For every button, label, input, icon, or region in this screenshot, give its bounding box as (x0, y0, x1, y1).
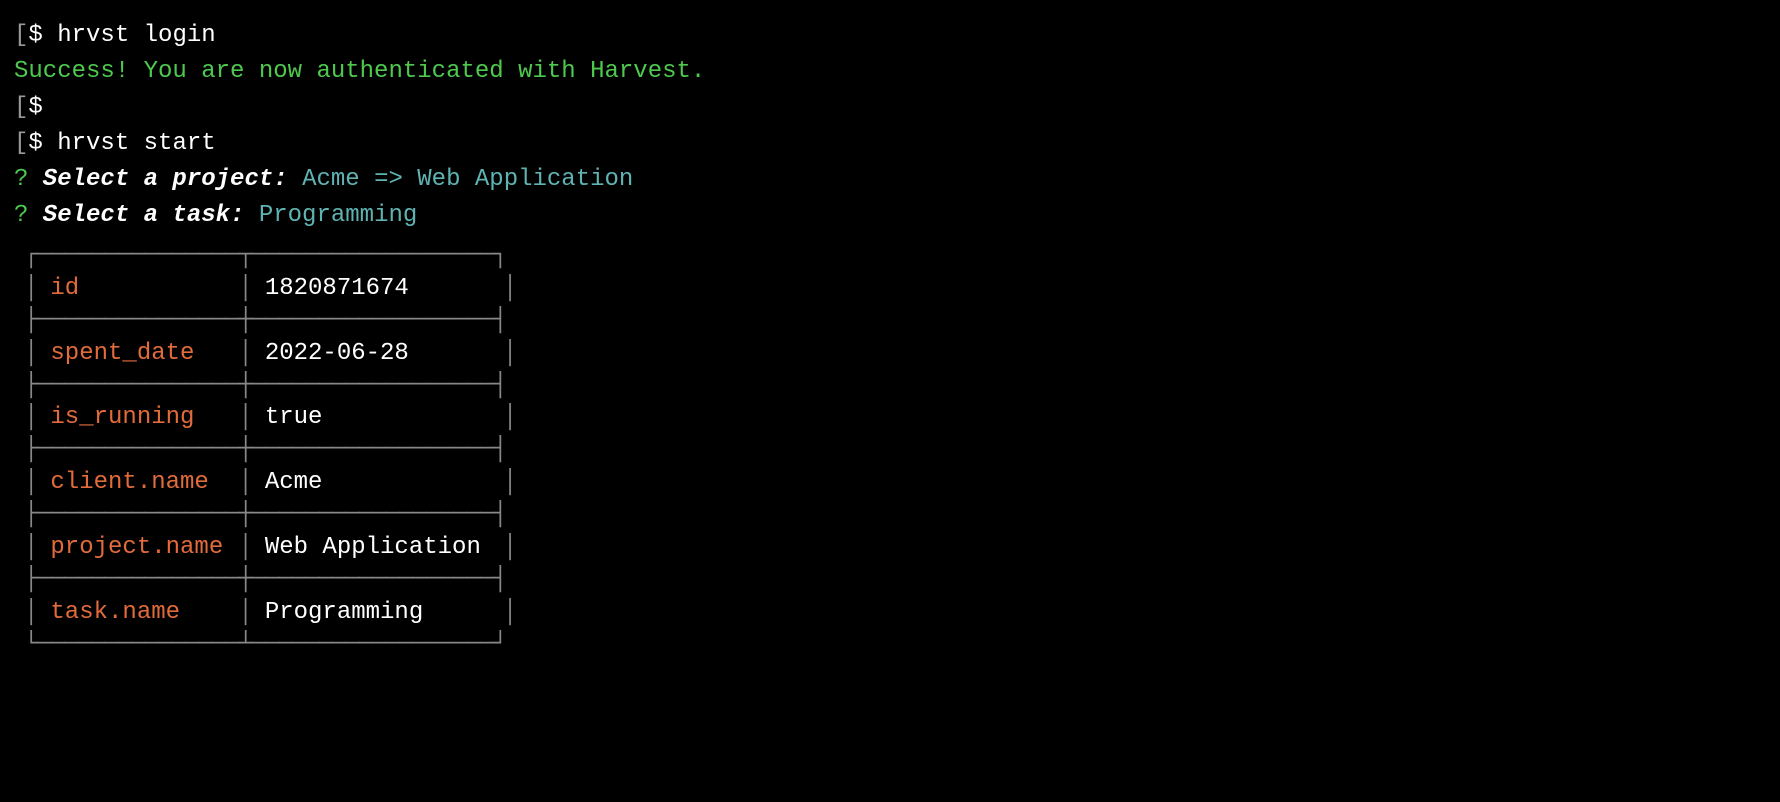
table-row: │is_running│true│ (24, 400, 1766, 436)
table-key: task.name (38, 595, 238, 631)
table-row: │client.name│Acme│ (24, 465, 1766, 501)
prompt-bracket: [ (14, 22, 28, 49)
table-key: client.name (38, 465, 238, 501)
select-task-label: Select a task: (28, 202, 258, 229)
table-key: spent_date (38, 336, 238, 372)
table-value: true (253, 400, 503, 436)
table-key: id (38, 271, 238, 307)
prompt-symbol: $ (28, 94, 57, 121)
start-command: hrvst start (57, 130, 215, 157)
select-task-line: ? Select a task: Programming (14, 198, 1766, 234)
table-value: Web Application (253, 530, 503, 566)
table-key: project.name (38, 530, 238, 566)
table-border-mid: ├───────────────┼──────────────────┤ (24, 566, 1766, 595)
table-value: Programming (253, 595, 503, 631)
login-command: hrvst login (57, 22, 215, 49)
success-message: Success! You are now authenticated with … (14, 54, 1766, 90)
table-value: Acme (253, 465, 503, 501)
terminal-line-start: [$ hrvst start (14, 126, 1766, 162)
select-project-label: Select a project: (28, 166, 302, 193)
table-border-top: ┌───────────────┬──────────────────┐ (24, 242, 1766, 271)
table-key: is_running (38, 400, 238, 436)
table-border-mid: ├───────────────┼──────────────────┤ (24, 372, 1766, 401)
prompt-bracket: [ (14, 94, 28, 121)
table-row: │project.name│Web Application│ (24, 530, 1766, 566)
table-border-bottom: └───────────────┴──────────────────┘ (24, 631, 1766, 660)
table-border-mid: ├───────────────┼──────────────────┤ (24, 501, 1766, 530)
table-value: 2022-06-28 (253, 336, 503, 372)
select-project-value: Acme => Web Application (302, 166, 633, 193)
table-row: │spent_date│2022-06-28│ (24, 336, 1766, 372)
table-row: │id│1820871674│ (24, 271, 1766, 307)
prompt-symbol: $ (28, 130, 57, 157)
question-mark-icon: ? (14, 166, 28, 193)
terminal-line-empty: [$ (14, 90, 1766, 126)
table-row: │task.name│Programming│ (24, 595, 1766, 631)
select-project-line: ? Select a project: Acme => Web Applicat… (14, 162, 1766, 198)
table-border-mid: ├───────────────┼──────────────────┤ (24, 436, 1766, 465)
prompt-bracket: [ (14, 130, 28, 157)
question-mark-icon: ? (14, 202, 28, 229)
terminal-line-login: [$ hrvst login (14, 18, 1766, 54)
output-table: ┌───────────────┬──────────────────┐ │id… (24, 242, 1766, 660)
table-value: 1820871674 (253, 271, 503, 307)
select-task-value: Programming (259, 202, 417, 229)
prompt-symbol: $ (28, 22, 57, 49)
table-border-mid: ├───────────────┼──────────────────┤ (24, 307, 1766, 336)
